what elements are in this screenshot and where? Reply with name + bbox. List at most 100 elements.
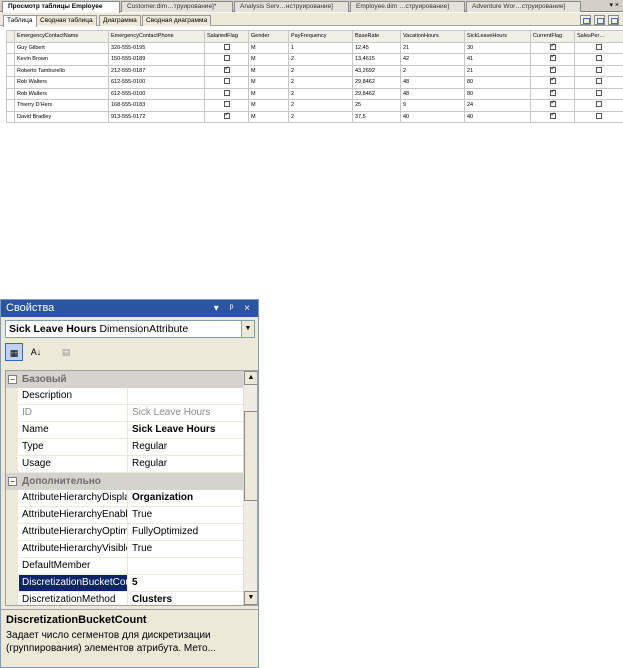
table-cell[interactable]: Roberto Tamburello bbox=[14, 64, 109, 77]
table-cell[interactable]: Guy Gilbert bbox=[14, 41, 109, 54]
property-row[interactable]: Type Regular bbox=[6, 439, 244, 456]
property-row[interactable]: ID Sick Leave Hours bbox=[6, 405, 244, 422]
tab-dropdown-close-icons[interactable]: ▾ × bbox=[609, 1, 619, 11]
table-cell[interactable]: 9 bbox=[400, 99, 465, 112]
table-cell[interactable]: 41 bbox=[464, 53, 531, 66]
scroll-up-icon[interactable]: ▲ bbox=[244, 371, 257, 385]
property-row[interactable]: AttributeHierarchyEnabled True bbox=[6, 507, 244, 524]
property-pages-icon[interactable]: ▤ bbox=[57, 343, 75, 361]
doc-tab-analysis-services[interactable]: Analysis Serv…нструирование] bbox=[234, 1, 349, 12]
checkbox-checked[interactable] bbox=[549, 89, 556, 96]
row-selector[interactable] bbox=[6, 87, 15, 100]
property-name[interactable]: AttributeHierarchyDisplayFolder bbox=[19, 490, 128, 506]
property-row[interactable]: AttributeHierarchyDisplayFolderOrganizat… bbox=[6, 490, 244, 507]
doc-tab-adventure-works[interactable]: Adventure Wor…струирование] bbox=[466, 1, 581, 12]
column-header[interactable]: BaseRate bbox=[352, 30, 401, 43]
table-cell[interactable]: 21 bbox=[400, 41, 465, 54]
checkbox-checked[interactable] bbox=[549, 66, 556, 73]
table-cell[interactable]: 2 bbox=[288, 99, 353, 112]
collapse-icon[interactable]: − bbox=[8, 477, 17, 486]
checkbox-unchecked[interactable] bbox=[223, 89, 230, 96]
property-value[interactable]: True bbox=[129, 541, 244, 557]
checkbox-checked[interactable] bbox=[549, 43, 556, 50]
table-cell[interactable] bbox=[574, 110, 623, 123]
table-cell[interactable]: 2 bbox=[288, 64, 353, 77]
scrollbar-thumb[interactable] bbox=[244, 411, 257, 501]
table-cell[interactable] bbox=[530, 41, 575, 54]
table-cell[interactable] bbox=[530, 64, 575, 77]
table-cell[interactable] bbox=[204, 41, 249, 54]
property-value[interactable]: True bbox=[129, 507, 244, 523]
property-name[interactable]: AttributeHierarchyVisible bbox=[19, 541, 128, 557]
categorized-icon[interactable]: ▦ bbox=[5, 343, 23, 361]
table-cell[interactable]: 612-555-0100 bbox=[108, 87, 205, 100]
table-cell[interactable]: Rob Walters bbox=[14, 76, 109, 89]
table-cell[interactable] bbox=[574, 76, 623, 89]
table-cell[interactable]: 48 bbox=[400, 87, 465, 100]
table-row[interactable]: Guy Gilbert 320-555-0195 M 1 12,45 21 30 bbox=[6, 41, 623, 54]
property-row[interactable]: Description bbox=[6, 388, 244, 405]
row-selector[interactable] bbox=[6, 41, 15, 54]
table-cell[interactable]: Thierry D'Hers bbox=[14, 99, 109, 112]
export-icon[interactable] bbox=[580, 15, 591, 25]
table-cell[interactable]: M bbox=[248, 53, 289, 66]
table-cell[interactable]: 212-555-0187 bbox=[108, 64, 205, 77]
table-cell[interactable]: 320-555-0195 bbox=[108, 41, 205, 54]
table-cell[interactable]: 30 bbox=[464, 41, 531, 54]
table-cell[interactable] bbox=[530, 87, 575, 100]
table-cell[interactable]: 2 bbox=[288, 110, 353, 123]
table-row[interactable]: Kevin Brown 150-555-0189 M 2 13,4615 42 41 bbox=[6, 53, 623, 66]
table-cell[interactable] bbox=[204, 99, 249, 112]
tab-pivot-table[interactable]: Сводная таблица bbox=[36, 15, 97, 26]
property-name[interactable]: DefaultMember bbox=[19, 558, 128, 574]
column-header[interactable]: Gender bbox=[248, 30, 289, 43]
property-value[interactable] bbox=[129, 558, 244, 574]
checkbox-checked[interactable] bbox=[223, 112, 230, 119]
property-value[interactable]: Sick Leave Hours bbox=[129, 405, 244, 421]
table-cell[interactable]: Kevin Brown bbox=[14, 53, 109, 66]
checkbox-unchecked[interactable] bbox=[223, 78, 230, 85]
checkbox-unchecked[interactable] bbox=[596, 101, 602, 108]
table-cell[interactable]: 150-555-0189 bbox=[108, 53, 205, 66]
row-selector[interactable] bbox=[6, 76, 15, 89]
table-cell[interactable] bbox=[574, 53, 623, 66]
checkbox-unchecked[interactable] bbox=[596, 78, 602, 85]
column-header[interactable]: SickLeaveHours bbox=[464, 30, 531, 43]
table-cell[interactable] bbox=[530, 76, 575, 89]
table-cell[interactable]: 612-555-0100 bbox=[108, 76, 205, 89]
tab-table[interactable]: Таблица bbox=[3, 15, 37, 27]
table-cell[interactable]: 1 bbox=[288, 41, 353, 54]
property-name[interactable]: ID bbox=[19, 405, 128, 421]
property-value[interactable]: Regular bbox=[129, 456, 244, 472]
property-category[interactable]: − Базовый bbox=[6, 371, 244, 388]
print-icon[interactable] bbox=[594, 15, 605, 25]
property-name[interactable]: AttributeHierarchyOptimizedState bbox=[19, 524, 128, 540]
property-row[interactable]: DefaultMember bbox=[6, 558, 244, 575]
row-selector[interactable] bbox=[6, 110, 15, 123]
checkbox-checked[interactable] bbox=[549, 54, 556, 62]
property-row[interactable]: AttributeHierarchyOptimizedStateFullyOpt… bbox=[6, 524, 244, 541]
property-name[interactable]: DiscretizationMethod bbox=[19, 592, 128, 605]
table-cell[interactable]: 43,2692 bbox=[352, 64, 401, 77]
property-row[interactable]: DiscretizationMethod Clusters bbox=[6, 592, 244, 605]
property-value[interactable]: Regular bbox=[129, 439, 244, 455]
checkbox-unchecked[interactable] bbox=[223, 55, 230, 62]
refresh-icon[interactable] bbox=[608, 15, 619, 25]
table-row[interactable]: Roberto Tamburello212-555-0187M243,26922… bbox=[6, 64, 623, 77]
table-cell[interactable]: 2 bbox=[288, 87, 353, 100]
checkbox-checked[interactable] bbox=[549, 112, 556, 119]
property-row[interactable]: Name Sick Leave Hours bbox=[6, 422, 244, 439]
property-name[interactable]: DiscretizationBucketCount bbox=[19, 575, 128, 591]
table-cell[interactable] bbox=[204, 87, 249, 100]
property-name[interactable]: Usage bbox=[19, 456, 128, 472]
table-cell[interactable]: 168-555-0183 bbox=[108, 99, 205, 112]
table-cell[interactable] bbox=[574, 41, 623, 54]
table-cell[interactable]: 42 bbox=[400, 53, 465, 66]
table-cell[interactable] bbox=[574, 64, 623, 77]
property-row[interactable]: DiscretizationBucketCount 5 bbox=[6, 575, 244, 592]
property-category[interactable]: − Дополнительно bbox=[6, 473, 244, 490]
table-cell[interactable] bbox=[574, 99, 623, 112]
table-cell[interactable]: 40 bbox=[464, 110, 531, 123]
table-cell[interactable]: M bbox=[248, 99, 289, 112]
checkbox-unchecked[interactable] bbox=[596, 112, 602, 119]
